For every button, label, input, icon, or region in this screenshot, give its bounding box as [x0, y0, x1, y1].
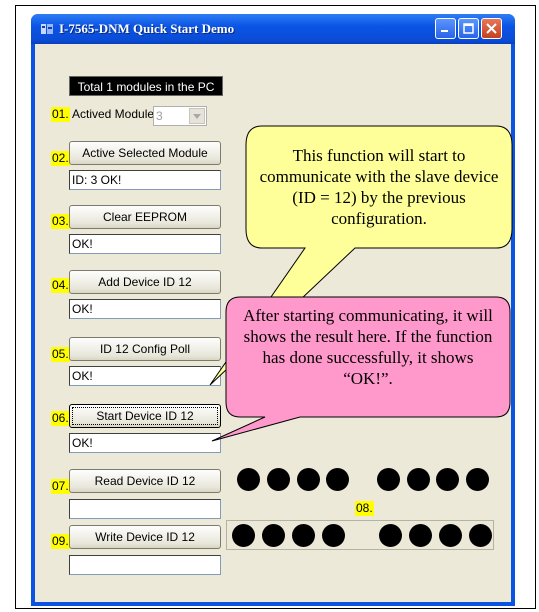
close-button[interactable] — [481, 18, 502, 39]
step-number: 05. — [51, 347, 70, 362]
config-poll-result: OK! — [69, 366, 221, 386]
led-indicator — [466, 468, 489, 491]
step-number: 01. — [51, 107, 70, 122]
led-toggle[interactable] — [262, 524, 285, 547]
maximize-button[interactable] — [458, 18, 479, 39]
led-indicator — [296, 468, 320, 491]
write-device-button[interactable]: Write Device ID 12 — [69, 525, 221, 549]
module-select[interactable]: 3 — [153, 106, 207, 126]
close-icon — [486, 23, 497, 34]
step-number: 07. — [51, 479, 70, 494]
dropdown-arrow-icon — [193, 113, 201, 119]
module-count-label: Total 1 modules in the PC — [69, 76, 223, 96]
step-number: 06. — [51, 411, 70, 426]
step-number: 04. — [51, 278, 70, 293]
read-device-button[interactable]: Read Device ID 12 — [69, 469, 221, 493]
write-device-result — [69, 555, 221, 575]
led-toggle[interactable] — [439, 524, 462, 547]
app-icon — [41, 24, 53, 34]
start-device-result: OK! — [69, 433, 221, 453]
add-device-result: OK! — [69, 299, 221, 319]
step-number: 03. — [51, 214, 70, 229]
minimize-button[interactable] — [435, 18, 456, 39]
led-toggle[interactable] — [379, 524, 402, 547]
write-led-row — [232, 524, 492, 547]
led-indicator — [436, 468, 460, 491]
led-toggle[interactable] — [322, 524, 345, 547]
maximize-icon — [463, 23, 474, 34]
step-number: 09. — [51, 534, 70, 549]
active-module-result: ID: 3 OK! — [69, 170, 221, 190]
step-number: 08. — [355, 501, 374, 516]
read-led-row — [237, 468, 489, 491]
start-device-button[interactable]: Start Device ID 12 — [69, 404, 221, 428]
active-module-label: Actived Module — [72, 107, 155, 121]
step-number: 02. — [51, 151, 70, 166]
clear-eeprom-button[interactable]: Clear EEPROM — [69, 205, 221, 229]
led-toggle[interactable] — [409, 524, 432, 547]
led-indicator — [376, 468, 400, 491]
read-device-result — [69, 499, 221, 519]
window-title: I-7565-DNM Quick Start Demo — [59, 21, 235, 36]
title-bar[interactable]: I-7565-DNM Quick Start Demo — [31, 14, 515, 44]
add-device-button[interactable]: Add Device ID 12 — [69, 270, 221, 294]
active-selected-module-button[interactable]: Active Selected Module — [69, 141, 221, 165]
led-indicator — [237, 468, 260, 491]
minimize-icon — [441, 30, 448, 32]
pink-callout-text: After starting communicating, it will sh… — [243, 306, 493, 388]
led-toggle[interactable] — [469, 524, 492, 547]
led-toggle[interactable] — [232, 524, 255, 547]
module-select-value: 3 — [156, 109, 163, 123]
led-indicator — [326, 468, 350, 491]
config-poll-button[interactable]: ID 12 Config Poll — [69, 337, 221, 361]
yellow-callout-text: This function will start to communicate … — [259, 146, 499, 228]
led-indicator — [266, 468, 290, 491]
led-indicator — [406, 468, 430, 491]
clear-eeprom-result: OK! — [69, 234, 221, 254]
dropdown-button[interactable] — [189, 108, 205, 124]
led-toggle[interactable] — [292, 524, 315, 547]
